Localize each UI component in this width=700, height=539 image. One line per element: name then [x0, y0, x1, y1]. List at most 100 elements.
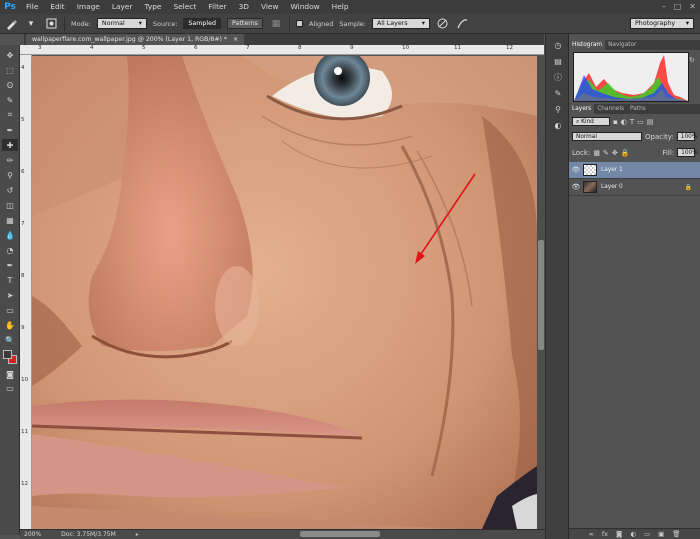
- zoom-tool-icon[interactable]: 🔍: [2, 334, 18, 346]
- tab-layers[interactable]: Layers: [569, 104, 595, 114]
- opacity-field[interactable]: 100%: [676, 132, 697, 141]
- lasso-tool-icon[interactable]: ʘ: [2, 79, 18, 91]
- menu-3d[interactable]: 3D: [233, 0, 255, 14]
- menu-help[interactable]: Help: [326, 0, 355, 14]
- new-layer-icon[interactable]: ▣: [658, 530, 664, 538]
- eyedropper-tool-icon[interactable]: ✒: [2, 124, 18, 136]
- layer-row[interactable]: 👁 Layer 1: [569, 162, 700, 179]
- filter-smart-icon[interactable]: ▤: [647, 118, 654, 126]
- history-panel-icon[interactable]: ◷: [552, 40, 564, 52]
- ruler-tick-label: 11: [454, 45, 462, 51]
- pattern-picker-icon[interactable]: ▦: [269, 17, 283, 31]
- tab-paths[interactable]: Paths: [627, 104, 649, 114]
- ignore-adjustment-layers-icon[interactable]: [436, 17, 450, 31]
- document-tab[interactable]: wallpaperflare.com_wallpaper.jpg @ 200% …: [26, 34, 245, 45]
- hand-tool-icon[interactable]: ✋: [2, 319, 18, 331]
- fill-field[interactable]: 100%: [677, 148, 698, 157]
- history-brush-tool-icon[interactable]: ↺: [2, 184, 18, 196]
- adjustments-panel-icon[interactable]: ◐: [552, 120, 564, 132]
- document-size[interactable]: Doc: 3.75M/3.75M: [61, 531, 116, 538]
- filter-adjustment-icon[interactable]: ◐: [621, 118, 627, 126]
- zoom-level[interactable]: 200%: [24, 531, 41, 538]
- properties-panel-icon[interactable]: ▤: [552, 56, 564, 68]
- trash-icon[interactable]: 🗑: [672, 530, 680, 538]
- menu-image[interactable]: Image: [71, 0, 106, 14]
- horizontal-scroll-thumb[interactable]: [300, 531, 380, 537]
- menu-select[interactable]: Select: [167, 0, 202, 14]
- healing-brush-tool-icon[interactable]: ✚: [2, 139, 18, 151]
- foreground-color-swatch[interactable]: [3, 350, 12, 359]
- mask-icon[interactable]: ◙: [616, 530, 622, 538]
- layer-row[interactable]: 👁 Layer 0 🔒: [569, 179, 700, 196]
- eraser-tool-icon[interactable]: ◫: [2, 199, 18, 211]
- vertical-scroll-thumb[interactable]: [538, 240, 544, 350]
- kind-filter-select[interactable]: ⌕ Kind: [572, 117, 610, 126]
- marquee-tool-icon[interactable]: ⬚: [2, 64, 18, 76]
- menu-file[interactable]: File: [20, 0, 44, 14]
- group-icon[interactable]: ▭: [644, 530, 650, 538]
- lock-transparent-icon[interactable]: ▦: [593, 149, 600, 157]
- workspace-select[interactable]: Photography ▾: [630, 18, 694, 29]
- gradient-tool-icon[interactable]: ▦: [2, 214, 18, 226]
- path-select-tool-icon[interactable]: ➤: [2, 289, 18, 301]
- lock-all-icon[interactable]: 🔒: [621, 149, 630, 157]
- source-sampled-button[interactable]: Sampled: [183, 18, 222, 29]
- clone-stamp-tool-icon[interactable]: ⚲: [2, 169, 18, 181]
- menu-filter[interactable]: Filter: [202, 0, 232, 14]
- healing-brush-preset-icon[interactable]: [4, 17, 18, 31]
- quick-mask-icon[interactable]: ◙: [2, 368, 18, 380]
- screen-mode-icon[interactable]: ▭: [2, 382, 18, 394]
- document-canvas[interactable]: [32, 56, 537, 529]
- filter-pixel-icon[interactable]: ▪: [613, 118, 618, 126]
- layer-name[interactable]: Layer 0: [601, 184, 623, 190]
- ruler-vertical: 4 5 6 7 8 9 10 11 12: [20, 55, 32, 529]
- histogram-refresh-icon[interactable]: ↻: [689, 56, 695, 64]
- menu-window[interactable]: Window: [285, 0, 326, 14]
- filter-type-icon[interactable]: T: [630, 118, 634, 126]
- layer-filter-row: ⌕ Kind ▪ ◐ T ▭ ▤: [569, 117, 700, 126]
- info-panel-icon[interactable]: ⓘ: [552, 72, 564, 84]
- brush-tool-icon[interactable]: ✏: [2, 154, 18, 166]
- clone-source-panel-icon[interactable]: ⚲: [552, 104, 564, 116]
- status-menu-icon[interactable]: ▸: [136, 531, 139, 538]
- pen-tool-icon[interactable]: ✒: [2, 259, 18, 271]
- move-tool-icon[interactable]: ✥: [2, 49, 18, 61]
- blend-mode-select[interactable]: Normal: [572, 132, 642, 141]
- lock-pixels-icon[interactable]: ✎: [603, 149, 609, 157]
- brush-panel-icon[interactable]: ✎: [552, 88, 564, 100]
- filter-shape-icon[interactable]: ▭: [637, 118, 644, 126]
- link-icon[interactable]: ∞: [588, 530, 593, 538]
- maximize-button[interactable]: □: [674, 2, 682, 11]
- aligned-checkbox[interactable]: [295, 20, 303, 27]
- brush-size-picker-icon[interactable]: ▾: [24, 17, 38, 31]
- quick-select-tool-icon[interactable]: ✎: [2, 94, 18, 106]
- pressure-icon[interactable]: [456, 17, 470, 31]
- type-tool-icon[interactable]: T: [2, 274, 18, 286]
- menu-edit[interactable]: Edit: [44, 0, 70, 14]
- crop-tool-icon[interactable]: ⌗: [2, 109, 18, 121]
- layer-name[interactable]: Layer 1: [601, 167, 623, 173]
- mode-select[interactable]: Normal ▾: [96, 18, 147, 29]
- lock-position-icon[interactable]: ✥: [612, 149, 618, 157]
- blur-tool-icon[interactable]: 💧: [2, 229, 18, 241]
- tab-channels[interactable]: Channels: [594, 104, 627, 114]
- eye-icon[interactable]: 👁: [569, 166, 583, 174]
- source-patterns-button[interactable]: Patterns: [227, 18, 263, 29]
- tab-navigator[interactable]: Navigator: [605, 40, 639, 50]
- menu-type[interactable]: Type: [138, 0, 167, 14]
- sample-label: Sample:: [339, 19, 366, 28]
- adjustment-icon[interactable]: ◐: [630, 530, 636, 538]
- shape-tool-icon[interactable]: ▭: [2, 304, 18, 316]
- minimize-button[interactable]: –: [662, 2, 666, 11]
- eye-icon[interactable]: 👁: [569, 183, 583, 191]
- close-tab-icon[interactable]: ×: [233, 36, 238, 43]
- menu-view[interactable]: View: [255, 0, 285, 14]
- close-button[interactable]: ✕: [689, 2, 696, 11]
- sample-select[interactable]: All Layers ▾: [371, 18, 430, 29]
- brush-panel-icon[interactable]: [44, 17, 58, 31]
- dodge-tool-icon[interactable]: ◔: [2, 244, 18, 256]
- tab-histogram[interactable]: Histogram: [569, 40, 606, 50]
- document-title: wallpaperflare.com_wallpaper.jpg @ 200% …: [32, 36, 228, 43]
- menu-layer[interactable]: Layer: [106, 0, 139, 14]
- fx-icon[interactable]: fx: [602, 530, 608, 538]
